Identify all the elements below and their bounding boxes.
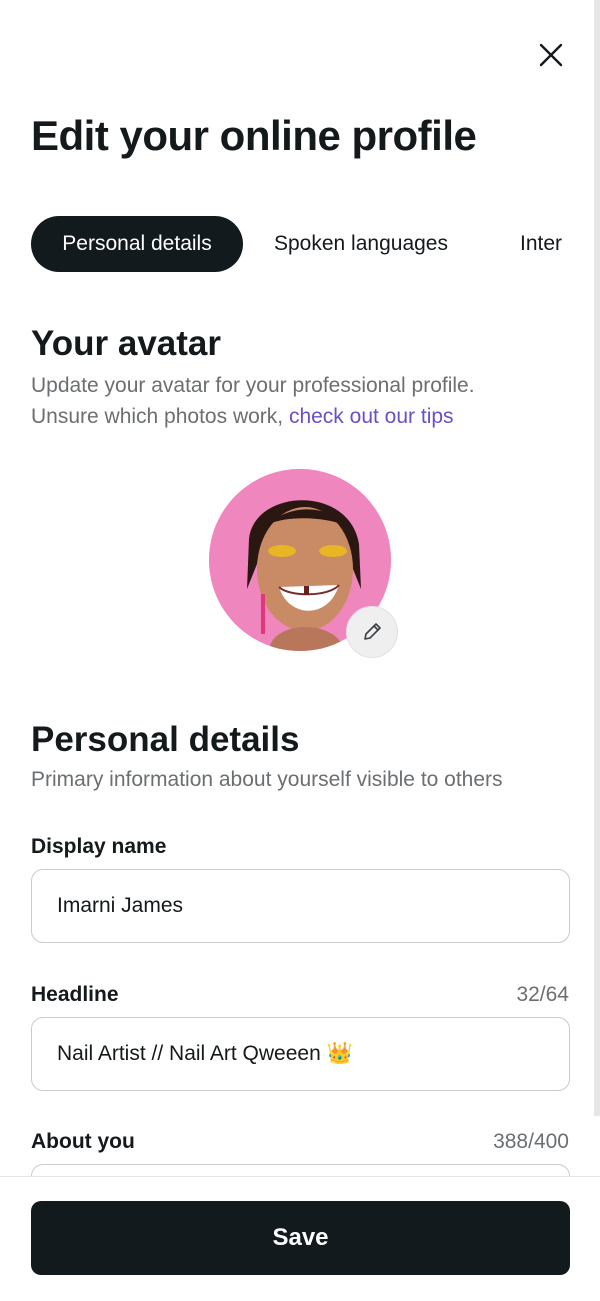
close-icon [539, 43, 563, 67]
headline-input[interactable] [31, 1017, 570, 1091]
about-label: About you [31, 1130, 135, 1153]
close-button[interactable] [536, 40, 566, 70]
tab-bar: Personal details Spoken languages Inter [31, 216, 600, 272]
headline-counter: 32/64 [516, 983, 569, 1006]
headline-label: Headline [31, 983, 119, 1006]
avatar-tips-line: Unsure which photos work, check out our … [31, 401, 454, 432]
tab-interests[interactable]: Inter [520, 216, 562, 272]
avatar-section-title: Your avatar [31, 324, 221, 363]
save-button[interactable]: Save [31, 1201, 570, 1275]
pencil-icon [364, 623, 381, 640]
display-name-label: Display name [31, 835, 167, 858]
tips-link[interactable]: check out our tips [289, 405, 454, 428]
about-counter: 388/400 [493, 1130, 569, 1153]
avatar-description: Update your avatar for your professional… [31, 374, 475, 397]
edit-avatar-button[interactable] [346, 606, 398, 658]
scrollbar[interactable] [594, 0, 600, 1116]
page-title: Edit your online profile [31, 112, 477, 159]
tab-spoken-languages[interactable]: Spoken languages [274, 216, 448, 272]
display-name-input[interactable] [31, 869, 570, 943]
personal-section-title: Personal details [31, 720, 300, 759]
personal-section-subtitle: Primary information about yourself visib… [31, 768, 503, 791]
tab-personal-details[interactable]: Personal details [31, 216, 243, 272]
avatar-tips-prefix: Unsure which photos work, [31, 405, 289, 428]
